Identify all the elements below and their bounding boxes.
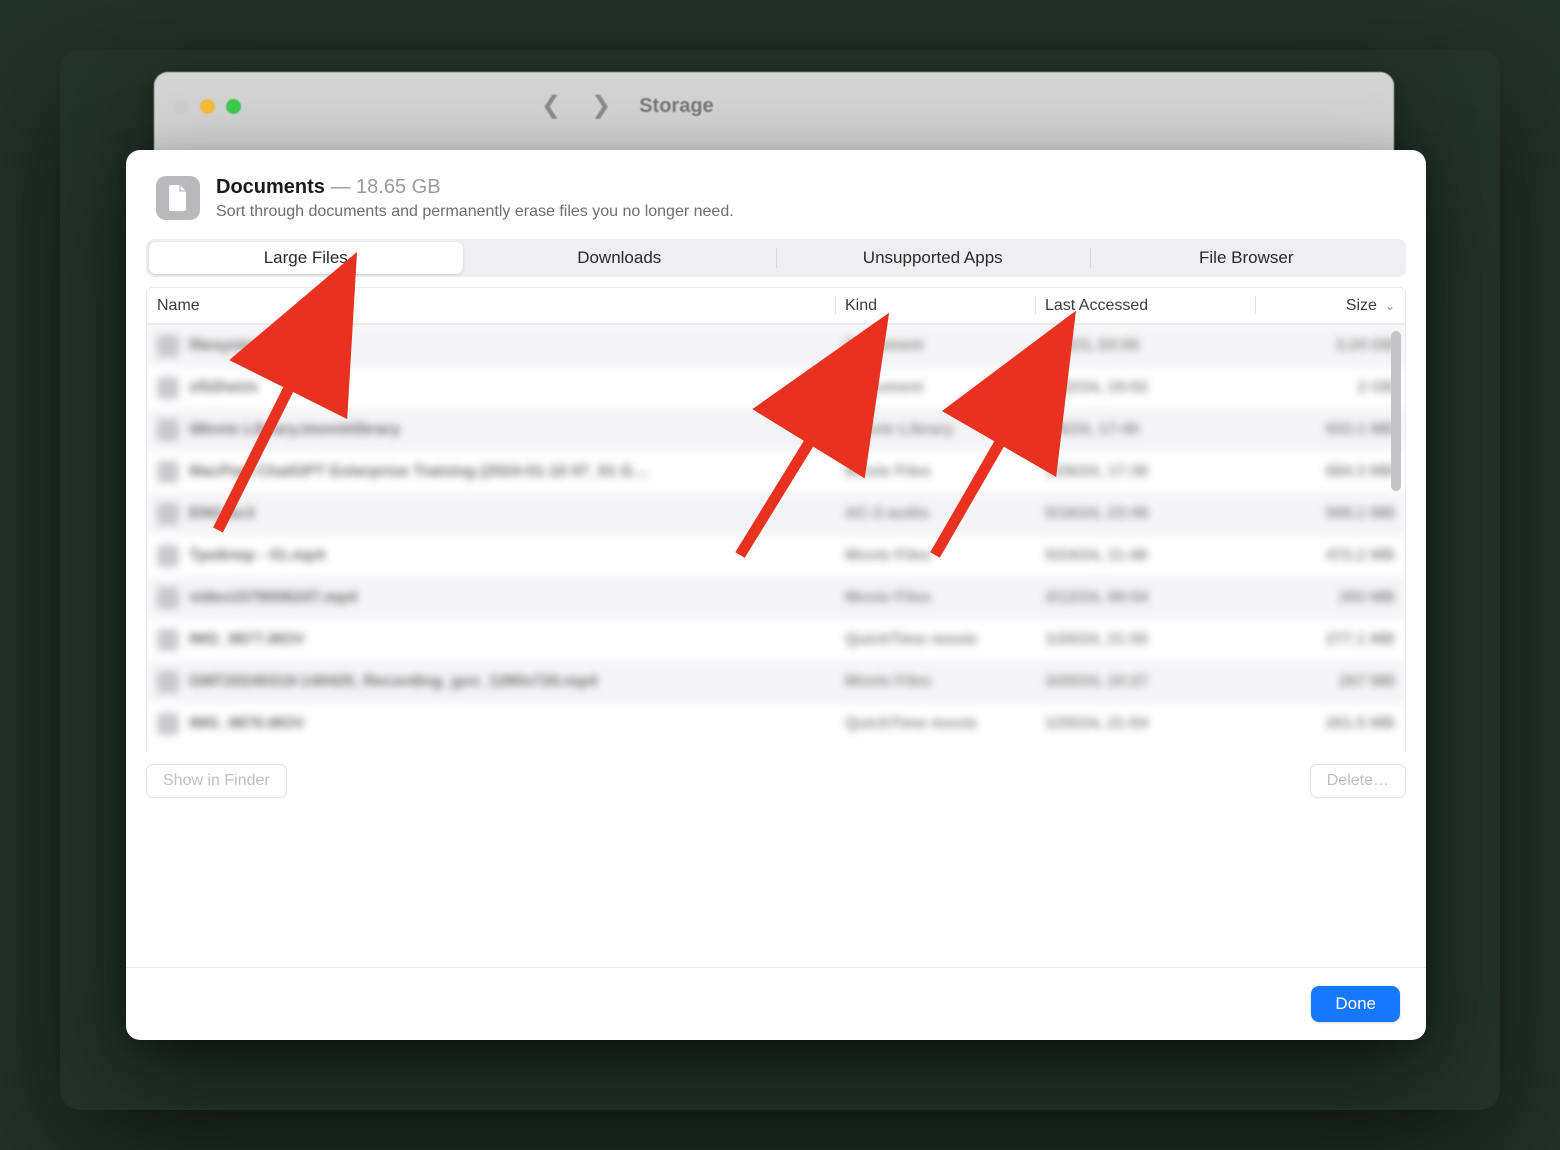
tab-label: Large Files bbox=[264, 248, 348, 268]
file-size: 3.24 GB bbox=[1255, 337, 1405, 355]
file-icon bbox=[157, 587, 179, 609]
file-accessed: 3/12/24, 09:54 bbox=[1035, 589, 1255, 607]
tab-label: Unsupported Apps bbox=[863, 248, 1003, 268]
file-kind: AC-3 audio bbox=[835, 505, 1035, 523]
tab-file-browser[interactable]: File Browser bbox=[1090, 242, 1404, 274]
parent-window-title: Storage bbox=[639, 95, 713, 118]
file-name: filesystem.squashfs bbox=[189, 337, 342, 355]
file-size: 267 MB bbox=[1255, 673, 1405, 691]
sheet-title-text: Documents bbox=[216, 176, 325, 198]
file-accessed: 3/20/24, 10:27 bbox=[1035, 673, 1255, 691]
file-accessed: 7/22/24, 19:52 bbox=[1035, 379, 1255, 397]
window-controls bbox=[174, 99, 241, 114]
tab-label: Downloads bbox=[577, 248, 661, 268]
sheet-title: Documents — 18.65 GB bbox=[216, 176, 734, 199]
minimize-window-button[interactable] bbox=[200, 99, 215, 114]
file-size: 2 GB bbox=[1255, 379, 1405, 397]
file-icon bbox=[157, 335, 179, 357]
sheet-subtitle: Sort through documents and permanently e… bbox=[216, 203, 734, 221]
file-name: Трейлер - 01.mp4 bbox=[189, 547, 325, 565]
file-accessed: 5/24/24, 11:48 bbox=[1035, 547, 1255, 565]
file-size: 293 MB bbox=[1255, 589, 1405, 607]
file-kind: Movie Files bbox=[835, 463, 1035, 481]
back-icon[interactable]: ❮ bbox=[541, 94, 561, 118]
table-row[interactable]: Трейлер - 01.mp4 Movie Files5/24/24, 11:4… bbox=[147, 535, 1405, 577]
file-kind: Movie Files bbox=[835, 673, 1035, 691]
table-row[interactable]: MacPaw ChatGPT Enterprise Training (2024… bbox=[147, 451, 1405, 493]
zoom-window-button[interactable] bbox=[226, 99, 241, 114]
tab-large-files[interactable]: Large Files bbox=[149, 242, 463, 274]
sheet-title-size: 18.65 GB bbox=[356, 176, 441, 198]
scrollbar-thumb[interactable] bbox=[1391, 331, 1401, 491]
file-kind: Document bbox=[835, 379, 1035, 397]
table-row[interactable]: filesystem.squashfs Document8/8/23, 03:05… bbox=[147, 325, 1405, 367]
done-button[interactable]: Done bbox=[1311, 986, 1400, 1022]
file-icon bbox=[157, 629, 179, 651]
tab-label: File Browser bbox=[1199, 248, 1293, 268]
file-accessed: 1/26/24, 17:36 bbox=[1035, 463, 1255, 481]
table-row[interactable]: IMG_9876.MOV QuickTime movie1/20/24, 21:5… bbox=[147, 703, 1405, 745]
file-size: 568.1 MB bbox=[1255, 505, 1405, 523]
file-name: zl52heUx bbox=[189, 379, 258, 397]
file-name: IMG_9876.MOV bbox=[189, 715, 305, 733]
file-icon bbox=[157, 503, 179, 525]
file-size: 933.1 MB bbox=[1255, 421, 1405, 439]
file-icon bbox=[157, 419, 179, 441]
file-kind: Movie Files bbox=[835, 547, 1035, 565]
column-header-kind[interactable]: Kind bbox=[835, 288, 1035, 323]
file-kind: iMovie Library bbox=[835, 421, 1035, 439]
table-row[interactable]: iMovie Library.imovielibrary iMovie Libra… bbox=[147, 409, 1405, 451]
file-table: Name Kind Last Accessed Size⌄ bbox=[146, 287, 1406, 325]
document-icon bbox=[156, 176, 200, 220]
column-header-size[interactable]: Size⌄ bbox=[1255, 288, 1405, 323]
forward-icon[interactable]: ❯ bbox=[591, 94, 611, 118]
show-in-finder-button[interactable]: Show in Finder bbox=[146, 764, 287, 798]
file-icon bbox=[157, 545, 179, 567]
file-kind: QuickTime movie bbox=[835, 631, 1035, 649]
tab-unsupported-apps[interactable]: Unsupported Apps bbox=[776, 242, 1090, 274]
file-name: iMovie Library.imovielibrary bbox=[189, 421, 400, 439]
file-name: video1579006247.mp4 bbox=[189, 589, 357, 607]
file-accessed: 8/8/23, 03:05 bbox=[1035, 337, 1255, 355]
file-name: MacPaw ChatGPT Enterprise Training (2024… bbox=[189, 463, 649, 481]
file-icon bbox=[157, 377, 179, 399]
file-size: 684.3 MB bbox=[1255, 463, 1405, 481]
segmented-control: Large Files Downloads Unsupported Apps F… bbox=[146, 239, 1406, 277]
sheet-title-separator: — bbox=[325, 176, 356, 198]
file-kind: Document bbox=[835, 337, 1035, 355]
chevron-down-icon: ⌄ bbox=[1385, 299, 1395, 313]
delete-button[interactable]: Delete… bbox=[1310, 764, 1406, 798]
file-icon bbox=[157, 671, 179, 693]
close-window-button[interactable] bbox=[174, 99, 189, 114]
file-accessed: 7/6/24, 17:40 bbox=[1035, 421, 1255, 439]
parent-toolbar: ❮ ❯ Storage bbox=[154, 72, 1394, 140]
file-size: 277.1 MB bbox=[1255, 631, 1405, 649]
file-accessed: 1/20/24, 21:54 bbox=[1035, 715, 1255, 733]
file-icon bbox=[157, 461, 179, 483]
column-header-name[interactable]: Name bbox=[147, 288, 835, 323]
file-size: 472.2 MB bbox=[1255, 547, 1405, 565]
file-size: 261.5 MB bbox=[1255, 715, 1405, 733]
table-row[interactable]: GMT20240319-140425_Recording_gvo_1280x72… bbox=[147, 661, 1405, 703]
file-kind: Movie Files bbox=[835, 589, 1035, 607]
file-name: GMT20240319-140425_Recording_gvo_1280x72… bbox=[189, 673, 597, 691]
table-row[interactable]: IMG_9877.MOV QuickTime movie1/20/24, 21:5… bbox=[147, 619, 1405, 661]
file-icon bbox=[157, 713, 179, 735]
file-accessed: 5/16/24, 23:49 bbox=[1035, 505, 1255, 523]
column-header-last-accessed[interactable]: Last Accessed bbox=[1035, 288, 1255, 323]
documents-sheet: Documents — 18.65 GB Sort through docume… bbox=[126, 150, 1426, 1040]
file-list[interactable]: filesystem.squashfsDocument8/8/23, 03:05… bbox=[147, 325, 1405, 745]
file-accessed: 1/20/24, 21:55 bbox=[1035, 631, 1255, 649]
file-kind: QuickTime movie bbox=[835, 715, 1035, 733]
table-row[interactable]: video1579006247.mp4 Movie Files3/12/24, 0… bbox=[147, 577, 1405, 619]
file-name: IMG_9877.MOV bbox=[189, 631, 305, 649]
table-row[interactable]: ENG.ac3 AC-3 audio5/16/24, 23:49568.1 MB bbox=[147, 493, 1405, 535]
file-name: ENG.ac3 bbox=[189, 505, 255, 523]
tab-downloads[interactable]: Downloads bbox=[463, 242, 777, 274]
table-row[interactable]: zl52heUx Document7/22/24, 19:522 GB bbox=[147, 367, 1405, 409]
